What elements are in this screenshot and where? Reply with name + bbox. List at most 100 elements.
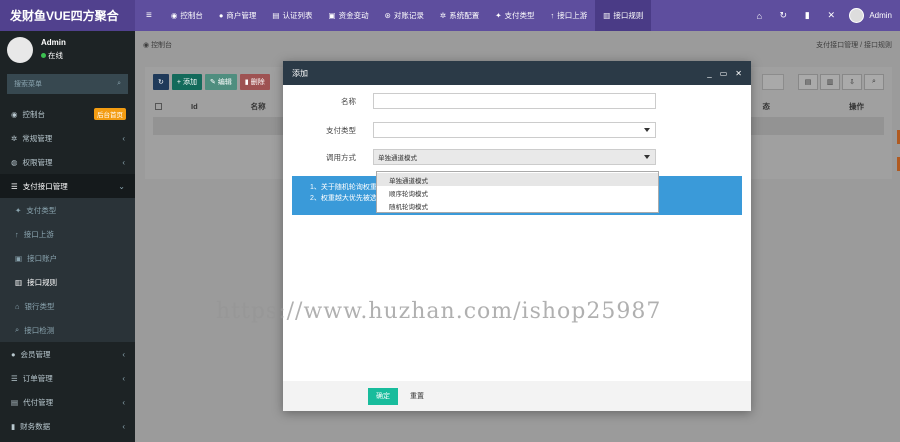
mode-dropdown-menu: 单独通道模式 顺序轮询模式 随机轮询模式 [376, 171, 659, 213]
sidebar-item-orders[interactable]: ☰ 订单管理 ‹ [0, 366, 135, 390]
pay-icon: ✦ [495, 11, 502, 20]
cogs-icon: ✲ [11, 133, 18, 143]
sidebar-item-label: 订单管理 [22, 373, 53, 383]
minimize-icon[interactable]: _ [707, 69, 711, 78]
arrow-up-icon: ↑ [550, 11, 555, 20]
sidebar-item-finance[interactable]: ▮ 财务数据 ‹ [0, 414, 135, 438]
money-icon: ▤ [11, 397, 19, 407]
edit-button[interactable]: ✎ 编辑 [204, 74, 237, 90]
refresh-icon: ↻ [158, 79, 164, 86]
topnav-upstream[interactable]: ↑ 接口上游 [543, 0, 596, 31]
chevron-left-icon: ‹ [122, 157, 125, 167]
topnav-dashboard[interactable]: ◉ 控制台 [163, 0, 211, 31]
gear-icon: ✲ [439, 11, 447, 20]
fullscreen-icon[interactable]: ✕ [819, 10, 843, 21]
trash-icon[interactable]: ▮ [795, 10, 819, 21]
column-name[interactable]: 名称 [251, 101, 266, 112]
sidebar-subitem-check[interactable]: ⌕ 接口检测 [0, 318, 135, 342]
export-button[interactable]: ⇩ [842, 74, 862, 90]
topnav-label: 接口规则 [613, 11, 644, 20]
search-icon: ⌕ [15, 325, 20, 334]
sidebar-subitem-upstream[interactable]: ↑ 接口上游 [0, 222, 135, 246]
sidebar-search-input[interactable]: 搜索菜单 ⌕ [7, 74, 128, 94]
topnav-rules[interactable]: ▥ 接口规则 [595, 0, 652, 31]
dialog-footer: 确定 重置 [283, 381, 751, 411]
sidebar-item-payout[interactable]: ▤ 代付管理 ‹ [0, 390, 135, 414]
group-icon: ◍ [11, 157, 18, 167]
home-icon[interactable]: ⌂ [747, 11, 771, 21]
topnav-paytype[interactable]: ✦ 支付类型 [487, 0, 542, 31]
sidebar-item-payment[interactable]: ☰ 支付接口管理 ⌄ [0, 174, 135, 198]
topnav-label: 资金变动 [338, 11, 369, 20]
hamburger-icon: ≡ [146, 10, 152, 21]
paytype-select[interactable] [373, 122, 656, 138]
table-search-input[interactable] [762, 74, 784, 90]
sidebar-item-label: 权限管理 [22, 157, 53, 167]
rule-icon: ▥ [15, 277, 23, 287]
dashboard-icon: ◉ [11, 109, 18, 119]
chevron-down-icon: ⌄ [118, 181, 125, 191]
topnav-auth-list[interactable]: ▤ 认证列表 [264, 0, 320, 31]
dropdown-option[interactable]: 单独通道模式 [377, 173, 658, 186]
topnav-funds[interactable]: ▣ 资金变动 [321, 0, 377, 31]
list-icon: ☰ [11, 373, 18, 383]
reset-button[interactable]: 重置 [402, 388, 432, 405]
sidebar-item-members[interactable]: ● 会员管理 ‹ [0, 342, 135, 366]
column-id[interactable]: Id [191, 102, 198, 111]
sidebar-subitem-rules[interactable]: ▥ 接口规则 [0, 270, 135, 294]
sidebar-item-label: 接口上游 [23, 229, 54, 239]
sidebar-subitem-paytype[interactable]: ✦ 支付类型 [0, 198, 135, 222]
select-all-checkbox[interactable] [155, 102, 162, 110]
topnav-merchants[interactable]: ● 商户管理 [211, 0, 265, 31]
account-icon: ▣ [15, 253, 23, 263]
dropdown-option[interactable]: 顺序轮询模式 [377, 186, 658, 199]
user-menu[interactable]: Admin [843, 8, 900, 23]
topnav-reconcile[interactable]: ⊛ 对账记录 [377, 0, 432, 31]
breadcrumb-home[interactable]: ◉ 控制台 [143, 40, 172, 50]
breadcrumb-label: 控制台 [151, 41, 173, 49]
sidebar-user-panel: Admin 在线 [0, 31, 135, 68]
sidebar-item-general[interactable]: ✲ 常规管理 ‹ [0, 126, 135, 150]
user-icon: ● [218, 11, 224, 20]
record-icon: ⊛ [384, 11, 391, 20]
top-nav: ≡ ◉ 控制台 ● 商户管理 ▤ 认证列表 ▣ 资金变动 ⊛ 对账记录 ✲ 系统配置 ✦ 支付… [135, 0, 747, 31]
online-status: 在线 [41, 50, 66, 61]
column-status[interactable]: 态 [763, 101, 771, 112]
sidebar-item-label: 常规管理 [22, 133, 53, 143]
sidebar-item-label: 接口账户 [27, 253, 58, 263]
sidebar-item-label: 财务数据 [20, 421, 51, 431]
name-label: 名称 [341, 96, 356, 106]
refresh-button[interactable]: ↻ [153, 74, 169, 90]
close-icon[interactable]: ✕ [735, 69, 742, 78]
sidebar-item-dashboard[interactable]: ◉ 控制台 后台首页 [0, 102, 135, 126]
dialog-title: 添加 [292, 68, 308, 78]
sidebar-item-label: 代付管理 [23, 397, 54, 407]
delete-button[interactable]: ▮ 删除 [239, 74, 270, 90]
app-logo[interactable]: 发财鱼VUE四方聚合 [0, 0, 135, 31]
paytype-label: 支付类型 [326, 125, 356, 135]
search-icon: ⌕ [872, 78, 876, 85]
search-toggle-button[interactable]: ⌕ [864, 74, 884, 90]
columns-button[interactable]: ▥ [820, 74, 840, 90]
sidebar-subitem-banks[interactable]: ⌂ 银行类型 [0, 294, 135, 318]
mode-select[interactable]: 单独通道模式 [373, 149, 656, 165]
mode-value: 单独通道模式 [378, 155, 417, 162]
dropdown-option[interactable]: 随机轮询模式 [377, 199, 658, 212]
sidebar-subitem-accounts[interactable]: ▣ 接口账户 [0, 246, 135, 270]
add-button[interactable]: + 添加 [171, 74, 202, 90]
refresh-icon[interactable]: ↻ [771, 10, 795, 21]
confirm-button[interactable]: 确定 [368, 387, 398, 405]
name-field[interactable] [373, 93, 656, 109]
maximize-icon[interactable]: ▭ [720, 69, 728, 78]
download-icon: ⇩ [849, 79, 855, 86]
topnav-config[interactable]: ✲ 系统配置 [432, 0, 487, 31]
chevron-left-icon: ‹ [122, 133, 125, 143]
sidebar-item-label: 支付类型 [26, 205, 57, 215]
chevron-left-icon: ‹ [122, 421, 125, 431]
form-row-paytype: 支付类型 [283, 122, 656, 138]
print-button[interactable]: ▤ [798, 74, 818, 90]
bank-icon: ⌂ [15, 301, 20, 311]
sidebar-item-label: 支付接口管理 [22, 181, 68, 191]
sidebar-item-auth[interactable]: ◍ 权限管理 ‹ [0, 150, 135, 174]
menu-toggle-button[interactable]: ≡ [135, 0, 163, 31]
